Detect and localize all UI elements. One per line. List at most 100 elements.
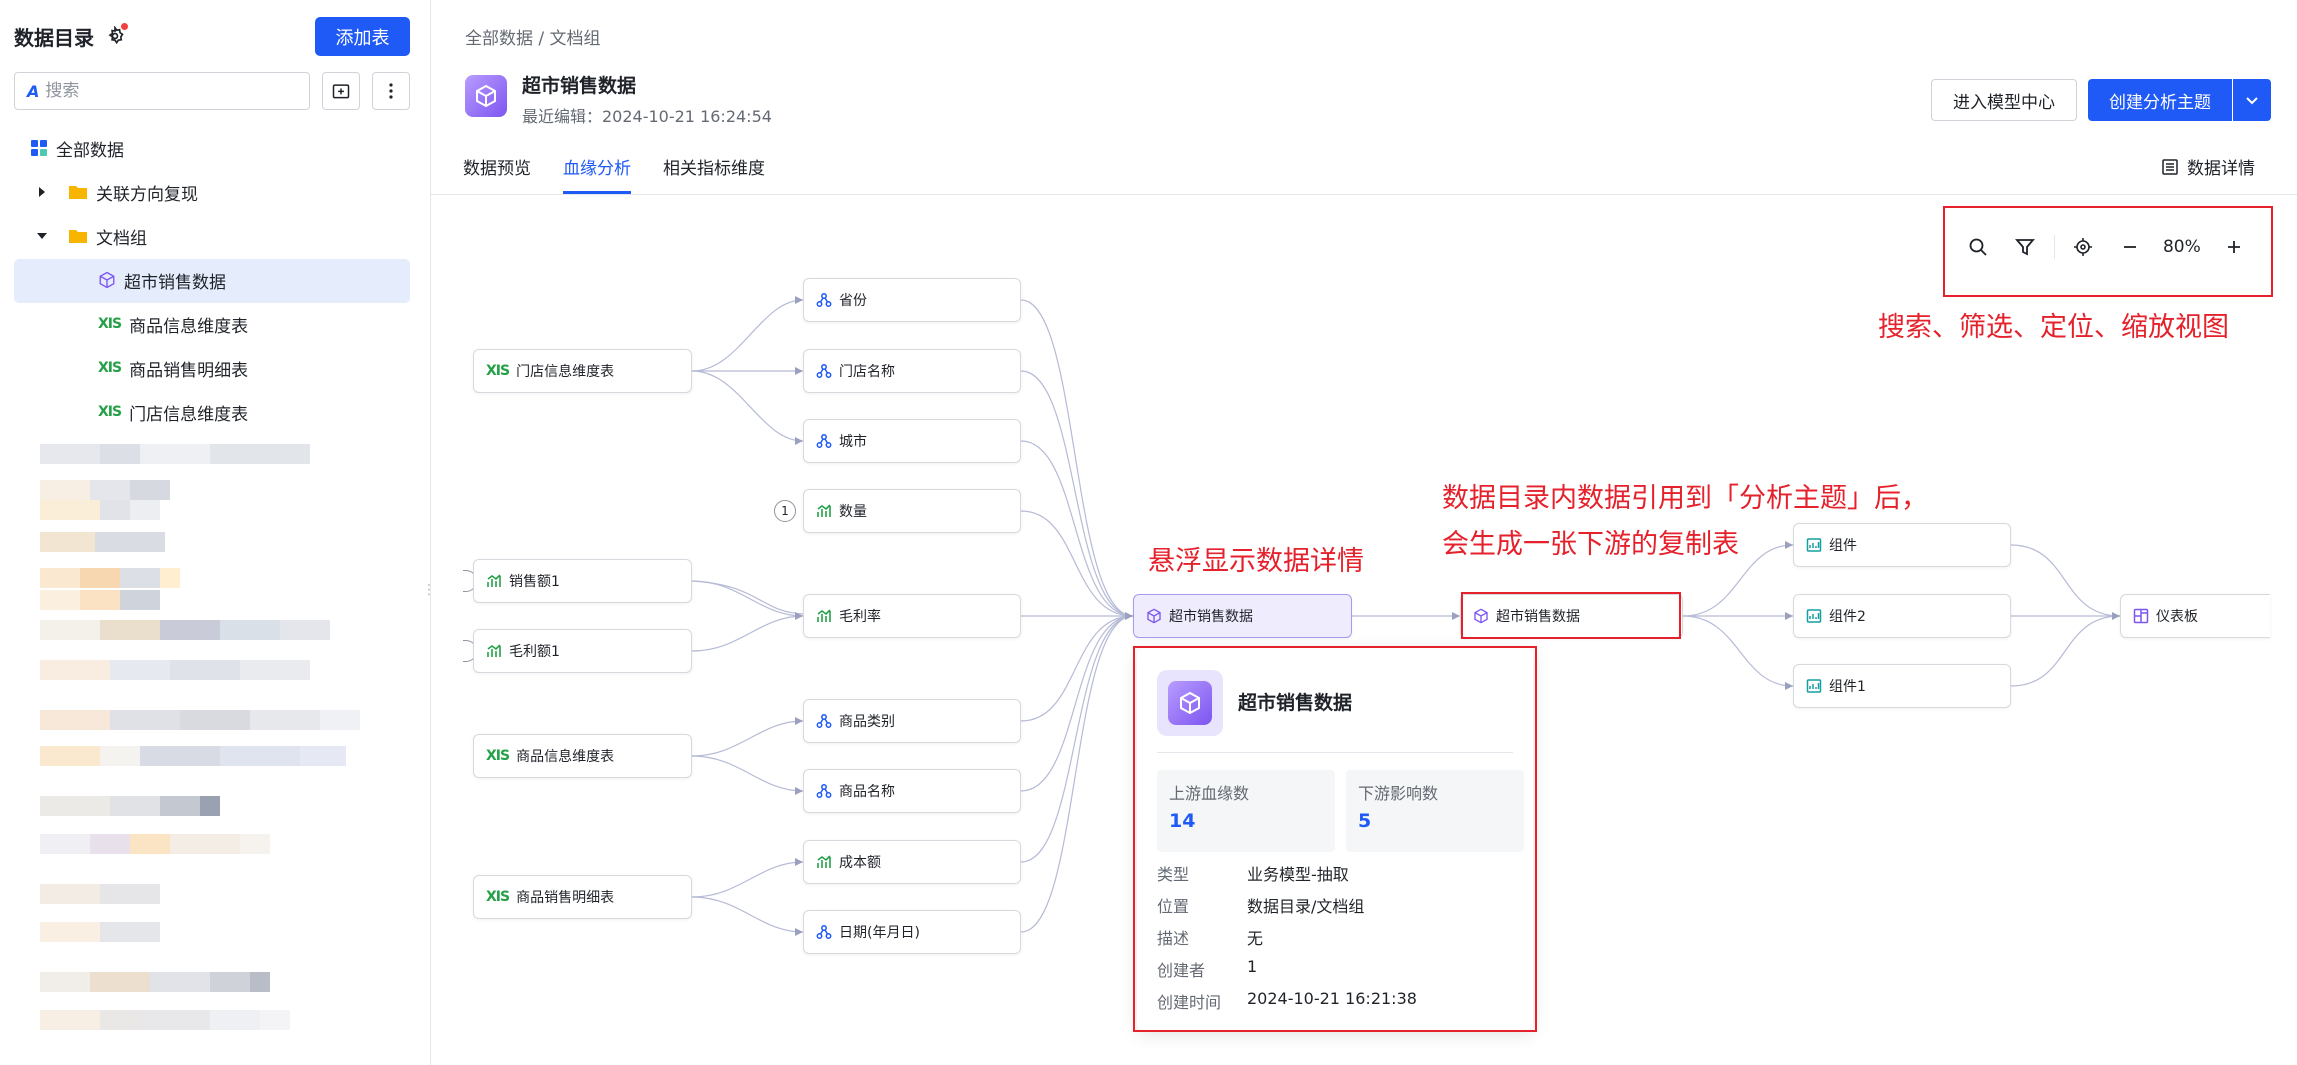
node-label: 销售额1	[509, 574, 560, 590]
field-node-city[interactable]: 城市	[803, 419, 1021, 463]
settings-gear-icon[interactable]	[104, 23, 128, 47]
breadcrumb[interactable]: 全部数据 / 文档组	[465, 24, 601, 49]
field-node-date[interactable]: 日期(年月日)	[803, 910, 1021, 954]
source-node-store-dim[interactable]: XIS 门店信息维度表	[473, 349, 692, 393]
search-input[interactable]	[45, 81, 276, 101]
node-label: 城市	[839, 434, 867, 450]
node-label: 组件	[1829, 538, 1857, 554]
tab-lineage-analysis[interactable]: 血缘分析	[563, 150, 631, 194]
component-node-2[interactable]: 组件2	[1793, 594, 2011, 638]
tab-bar: 数据预览 血缘分析 相关指标维度	[463, 150, 797, 194]
list-icon	[2162, 158, 2178, 175]
edge-arrow	[1785, 541, 1793, 549]
create-dropdown-button[interactable]	[2233, 79, 2271, 121]
sidebar: 数据目录 添加表 A 全部数据 关联方向复现	[0, 0, 436, 1065]
edge-arrow	[795, 367, 803, 375]
annotation-copy-note-1: 数据目录内数据引用到「分析主题」后，	[1442, 483, 1928, 514]
field-node-quantity[interactable]: 数量	[803, 489, 1021, 533]
dimension-icon	[816, 292, 832, 308]
edge-arrow	[795, 717, 803, 725]
add-table-button[interactable]: 添加表	[315, 17, 410, 56]
edge	[691, 370, 804, 442]
field-node-province[interactable]: 省份	[803, 278, 1021, 322]
edge-arrow	[1125, 612, 1133, 620]
dimension-icon	[816, 783, 832, 799]
tree-item-store-dim[interactable]: XIS 门店信息维度表	[98, 393, 248, 431]
field-node-product-category[interactable]: 商品类别	[803, 699, 1021, 743]
edge	[691, 720, 804, 757]
annotation-box-copy-node	[1461, 592, 1681, 639]
source-node-sales-amount[interactable]: 销售额1	[473, 559, 692, 603]
node-label: 省份	[839, 293, 867, 309]
sidebar-title: 数据目录	[14, 25, 94, 50]
field-node-store-name[interactable]: 门店名称	[803, 349, 1021, 393]
source-node-product-dim[interactable]: XIS 商品信息维度表	[473, 734, 692, 778]
node-label: 组件2	[1829, 609, 1866, 625]
metric-icon	[816, 854, 832, 870]
count-badge[interactable]: 1	[774, 500, 796, 522]
tree-item-product-dim[interactable]: XIS 商品信息维度表	[98, 305, 248, 343]
last-edited: 最近编辑：2024-10-21 16:24:54	[522, 107, 772, 126]
field-node-cost[interactable]: 成本额	[803, 840, 1021, 884]
ai-search-icon: A	[27, 81, 40, 101]
tree-item-label: 全部数据	[56, 140, 124, 161]
source-node-product-sales[interactable]: XIS 商品销售明细表	[473, 875, 692, 919]
metric-icon	[486, 573, 502, 589]
edge	[691, 580, 804, 615]
node-label: 成本额	[839, 855, 881, 871]
tree-item-label: 文档组	[96, 228, 147, 249]
field-node-margin-rate[interactable]: 毛利率	[803, 594, 1021, 638]
sidebar-header: 数据目录	[14, 20, 128, 52]
edge	[1020, 615, 1134, 792]
notification-dot	[121, 23, 128, 30]
edge	[1020, 615, 1134, 863]
node-label: 门店名称	[839, 364, 895, 380]
source-node-gross-profit[interactable]: 毛利额1	[473, 629, 692, 673]
node-label: 毛利额1	[509, 644, 560, 660]
tab-data-preview[interactable]: 数据预览	[463, 150, 531, 194]
dashboard-node[interactable]: 仪表板	[2120, 594, 2270, 638]
tree-item-all-data[interactable]: 全部数据	[30, 129, 124, 167]
node-label: 仪表板	[2156, 609, 2198, 625]
xls-icon: XIS	[486, 889, 510, 905]
more-options-button[interactable]	[372, 72, 410, 110]
data-detail-label: 数据详情	[2187, 159, 2255, 179]
component-node-3[interactable]: 组件1	[1793, 664, 2011, 708]
data-detail-link[interactable]: 数据详情	[2161, 154, 2255, 179]
new-folder-button[interactable]	[322, 72, 360, 110]
dimension-icon	[816, 713, 832, 729]
more-vertical-icon	[389, 83, 393, 99]
node-label: 组件1	[1829, 679, 1866, 695]
metric-icon	[816, 503, 832, 519]
edge	[691, 861, 804, 898]
node-label: 超市销售数据	[1169, 609, 1253, 625]
tab-related-metrics[interactable]: 相关指标维度	[663, 150, 765, 194]
annotation-toolbar-note: 搜索、筛选、定位、缩放视图	[1878, 312, 2229, 343]
tree-item-doc-group-folder[interactable]: 文档组	[36, 217, 147, 255]
center-node-supermarket-sales[interactable]: 超市销售数据	[1133, 594, 1352, 638]
dimension-icon	[816, 363, 832, 379]
tree-item-product-sales-detail[interactable]: XIS 商品销售明细表	[98, 349, 248, 387]
enter-model-center-button[interactable]: 进入模型中心	[1931, 79, 2077, 121]
annotation-hover-note: 悬浮显示数据详情	[1148, 546, 1364, 577]
field-node-product-name[interactable]: 商品名称	[803, 769, 1021, 813]
metric-icon	[486, 643, 502, 659]
folder-plus-icon	[332, 84, 350, 99]
edge	[1020, 615, 1134, 722]
tree-item-supermarket-sales[interactable]: 超市销售数据	[98, 261, 226, 299]
edge	[691, 580, 804, 617]
chart-component-icon	[1806, 537, 1822, 553]
annotation-box-popup	[1133, 646, 1537, 1032]
search-box[interactable]: A	[14, 72, 310, 110]
xls-icon: XIS	[98, 404, 122, 420]
node-label: 商品信息维度表	[516, 749, 615, 765]
tree-item-related-folder[interactable]: 关联方向复现	[36, 173, 198, 211]
caret-right-icon	[39, 187, 45, 197]
sidebar-resize-handle[interactable]: ⋮	[422, 582, 436, 598]
create-analysis-topic-button[interactable]: 创建分析主题	[2088, 79, 2232, 121]
tree-item-label: 关联方向复现	[96, 184, 198, 205]
node-label: 毛利率	[839, 609, 881, 625]
cube-icon	[99, 271, 115, 289]
dashboard-icon	[2133, 608, 2149, 624]
component-node-1[interactable]: 组件	[1793, 523, 2011, 567]
